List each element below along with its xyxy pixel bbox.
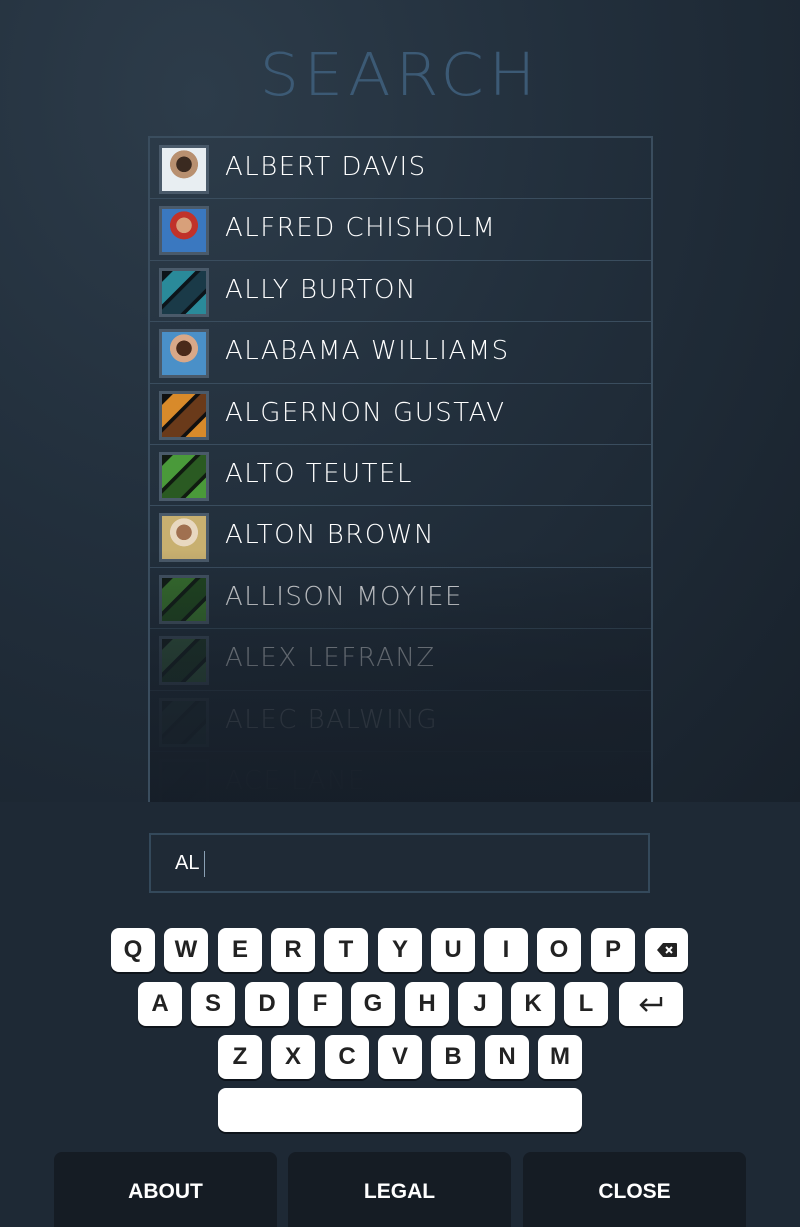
child-photo-thumbnail [162, 516, 206, 560]
legal-button[interactable]: LEGAL [288, 1152, 511, 1227]
key-u[interactable]: U [431, 928, 475, 972]
list-item-name: ALLISON MOYIEE [225, 581, 463, 612]
backspace-icon [656, 943, 677, 957]
stained-glass-thumbnail [162, 270, 206, 314]
key-g[interactable]: G [351, 982, 395, 1026]
key-k[interactable]: K [511, 982, 555, 1026]
key-d[interactable]: D [245, 982, 289, 1026]
avatar [159, 451, 209, 501]
list-item[interactable]: ALABAMA WILLIAMS [150, 322, 651, 384]
key-q[interactable]: Q [111, 928, 155, 972]
list-item[interactable]: ALTO TEUTEL [150, 445, 651, 507]
key-x[interactable]: X [271, 1035, 315, 1079]
stained-glass-thumbnail [162, 577, 206, 621]
stained-glass-thumbnail [162, 761, 206, 802]
list-item[interactable]: ALEC BALWING [150, 691, 651, 752]
key-a[interactable]: A [138, 982, 182, 1026]
avatar [159, 574, 209, 624]
avatar [159, 267, 209, 317]
list-item-name: ACE LANE [225, 765, 366, 796]
avatar [159, 206, 209, 256]
child-photo-thumbnail [162, 148, 206, 191]
list-item-name: ALFRED CHISHOLM [225, 213, 497, 244]
list-item-name: ALEX LEFRANZ [225, 643, 436, 674]
space-key[interactable] [218, 1088, 582, 1132]
avatar [159, 636, 209, 686]
key-l[interactable]: L [564, 982, 608, 1026]
key-n[interactable]: N [485, 1035, 529, 1079]
stained-glass-thumbnail [162, 454, 206, 498]
avatar [159, 513, 209, 563]
search-input-value: AL [175, 852, 200, 874]
key-p[interactable]: P [591, 928, 635, 972]
key-m[interactable]: M [538, 1035, 582, 1079]
key-j[interactable]: J [458, 982, 502, 1026]
list-item[interactable]: ALBERT DAVIS [150, 138, 651, 200]
enter-key[interactable] [619, 982, 683, 1026]
avatar [159, 329, 209, 379]
list-item-name: ALTO TEUTEL [225, 458, 413, 489]
key-b[interactable]: B [431, 1035, 475, 1079]
list-item[interactable]: ALLISON MOYIEE [150, 568, 651, 630]
backspace-key[interactable] [645, 928, 688, 972]
avatar [159, 758, 209, 802]
search-input[interactable]: AL [149, 833, 650, 893]
key-e[interactable]: E [218, 928, 262, 972]
avatar [159, 697, 209, 747]
close-button[interactable]: CLOSE [523, 1152, 746, 1227]
key-h[interactable]: H [405, 982, 449, 1026]
key-v[interactable]: V [378, 1035, 422, 1079]
text-caret [204, 851, 205, 877]
list-item[interactable]: ALTON BROWN [150, 506, 651, 568]
list-item-name: ALTON BROWN [225, 520, 435, 551]
stained-glass-thumbnail [162, 700, 206, 744]
stained-glass-thumbnail [162, 393, 206, 437]
list-item-name: ALABAMA WILLIAMS [225, 336, 510, 367]
key-c[interactable]: C [325, 1035, 369, 1079]
list-item[interactable]: ALLY BURTON [150, 261, 651, 323]
avatar [159, 145, 209, 194]
list-item-name: ALBERT DAVIS [225, 152, 427, 182]
results-list[interactable]: ALBERT DAVIS ALFRED CHISHOLM ALLY BURTON AL… [148, 136, 653, 802]
list-item-name: ALGERNON GUSTAV [225, 397, 506, 428]
list-item[interactable]: ALGERNON GUSTAV [150, 384, 651, 445]
child-photo-thumbnail [162, 332, 206, 376]
key-o[interactable]: O [537, 928, 581, 972]
key-r[interactable]: R [271, 928, 315, 972]
list-item[interactable]: ALFRED CHISHOLM [150, 199, 651, 261]
key-y[interactable]: Y [378, 928, 422, 972]
stained-glass-thumbnail [162, 639, 206, 683]
list-item-name: ALEC BALWING [225, 704, 438, 735]
list-item[interactable]: ALEX LEFRANZ [150, 629, 651, 691]
key-s[interactable]: S [191, 982, 235, 1026]
enter-icon [639, 997, 663, 1012]
list-item-name: ALLY BURTON [225, 274, 417, 305]
key-t[interactable]: T [324, 928, 368, 972]
key-w[interactable]: W [164, 928, 208, 972]
avatar [159, 390, 209, 440]
about-button[interactable]: ABOUT [54, 1152, 277, 1227]
key-i[interactable]: I [484, 928, 528, 972]
key-f[interactable]: F [298, 982, 342, 1026]
child-photo-thumbnail [162, 209, 206, 253]
page-title: SEARCH [259, 39, 541, 110]
key-z[interactable]: Z [218, 1035, 262, 1079]
results-panel: SEARCH ALBERT DAVIS ALFRED CHISHOLM ALLY B… [0, 0, 800, 802]
list-item[interactable]: ACE LANE [150, 752, 651, 802]
